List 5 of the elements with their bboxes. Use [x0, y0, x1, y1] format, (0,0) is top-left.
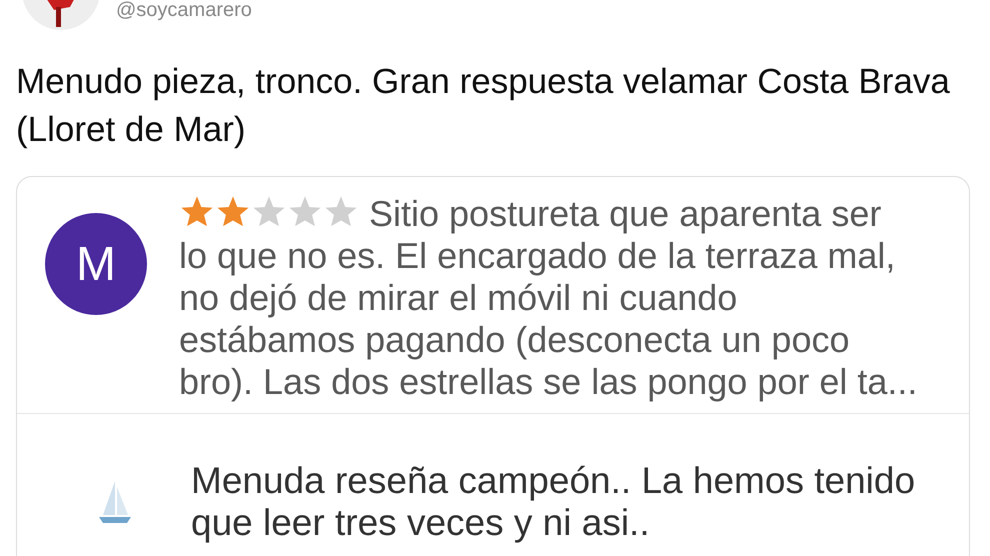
review-text: Sitio postureta que aparenta ser lo que no es. El encargado de la terraza mal, no dejó de mirar el móvil ni cuando estábamos pagando (desconecta un poco bro). Las dos estrellas se las pongo por el ta... — [179, 193, 918, 402]
tweet-text: Menudo pieza, tronco. Gran respuesta velamar Costa Brava (Lloret de Mar) — [16, 61, 951, 151]
user-handle: @soycamarero — [116, 0, 252, 20]
avatar-letter: M — [45, 213, 147, 315]
reply-text: Menuda reseña campeón.. La hemos tenido que leer tres veces y ni asi.. — [191, 460, 916, 544]
